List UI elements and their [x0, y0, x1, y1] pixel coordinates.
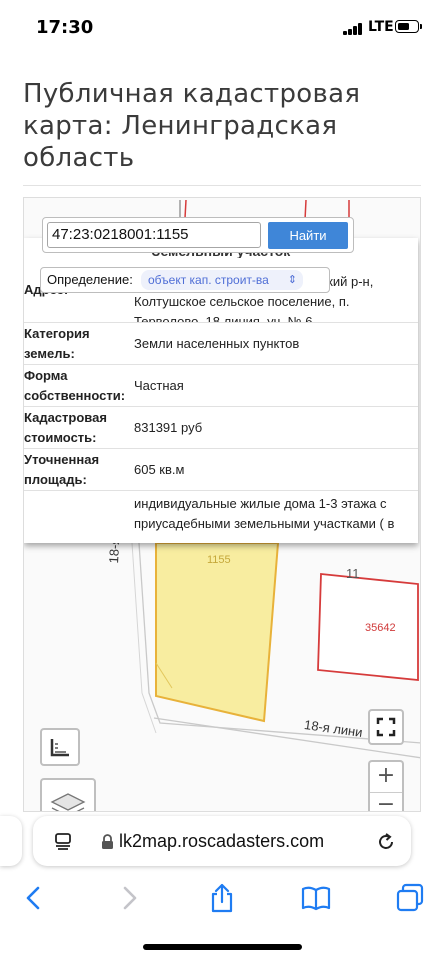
layers-button[interactable]	[40, 778, 96, 811]
zoom-controls: + −	[368, 760, 404, 812]
definition-select[interactable]: объект кап. строит-ва ⇕	[141, 270, 303, 290]
info-key: Форма собственности:	[24, 368, 126, 403]
zoom-in-button[interactable]: +	[370, 762, 402, 793]
back-icon[interactable]	[18, 882, 50, 914]
info-value: Земли населенных пунктов	[134, 336, 300, 351]
forward-icon[interactable]	[113, 882, 145, 914]
status-time: 17:30	[36, 17, 94, 38]
info-value: 605 кв.м	[134, 462, 185, 477]
info-row-permitted-use: индивидуальные жилые дома 1-3 этажа с пр…	[24, 490, 418, 543]
battery-icon	[395, 20, 422, 33]
browser-toolbar	[0, 870, 444, 926]
definition-label: Определение:	[47, 272, 133, 287]
zoom-out-button[interactable]: −	[370, 793, 402, 812]
ruler-button[interactable]	[40, 728, 80, 766]
info-key: Кадастровая стоимость:	[24, 410, 107, 445]
reader-mode-icon[interactable]	[53, 831, 73, 851]
divider	[23, 185, 421, 186]
map-frame[interactable]: 1155 18-я линия 18-я лини 11 35642 Земел…	[23, 197, 421, 812]
search-button[interactable]: Найти	[268, 222, 348, 249]
parcel-number-label: 1155	[207, 554, 231, 566]
address-bar[interactable]: lk2map.roscadasters.com	[33, 816, 411, 866]
info-row-category: Категория земель: Земли населенных пункт…	[24, 322, 418, 365]
chevron-updown-icon: ⇕	[287, 274, 297, 286]
network-label: LTE	[368, 19, 394, 35]
info-row-ownership: Форма собственности: Частная	[24, 364, 418, 407]
layers-icon	[50, 793, 86, 811]
info-row-area: Уточненная площадь: 605 кв.м	[24, 448, 418, 491]
definition-selected: объект кап. строит-ва	[148, 273, 269, 287]
info-row-cadastral-value: Кадастровая стоимость: 831391 руб	[24, 406, 418, 449]
info-value: 831391 руб	[134, 420, 203, 435]
definition-filter: Определение: объект кап. строит-ва ⇕	[40, 267, 330, 293]
cellular-signal-icon	[343, 22, 363, 35]
previous-tab-bar[interactable]	[0, 816, 22, 866]
fullscreen-button[interactable]	[368, 709, 404, 745]
fullscreen-icon	[376, 717, 396, 737]
status-bar: 17:30 LTE	[0, 0, 444, 56]
parcel-2-id: 35642	[365, 622, 396, 634]
parcel-2-number: 11	[346, 566, 360, 581]
cadastral-number-input[interactable]: 47:23:0218001:1155	[47, 222, 261, 248]
info-key: Уточненная площадь:	[24, 452, 100, 487]
reload-icon[interactable]	[375, 831, 397, 853]
share-icon[interactable]	[206, 882, 238, 914]
home-indicator	[143, 944, 302, 950]
tabs-icon[interactable]	[394, 882, 426, 914]
info-value: индивидуальные жилые дома 1-3 этажа с пр…	[134, 496, 395, 531]
ruler-icon	[50, 739, 69, 757]
bookmarks-icon[interactable]	[300, 882, 332, 914]
page-title: Публичная кадастровая карта: Ленинградск…	[23, 79, 361, 174]
url-text[interactable]: lk2map.roscadasters.com	[119, 831, 324, 852]
info-key: Категория земель:	[24, 326, 90, 361]
info-value: Частная	[134, 378, 184, 393]
lock-icon	[102, 834, 113, 849]
cadastral-search-box: 47:23:0218001:1155 Найти	[42, 217, 354, 253]
